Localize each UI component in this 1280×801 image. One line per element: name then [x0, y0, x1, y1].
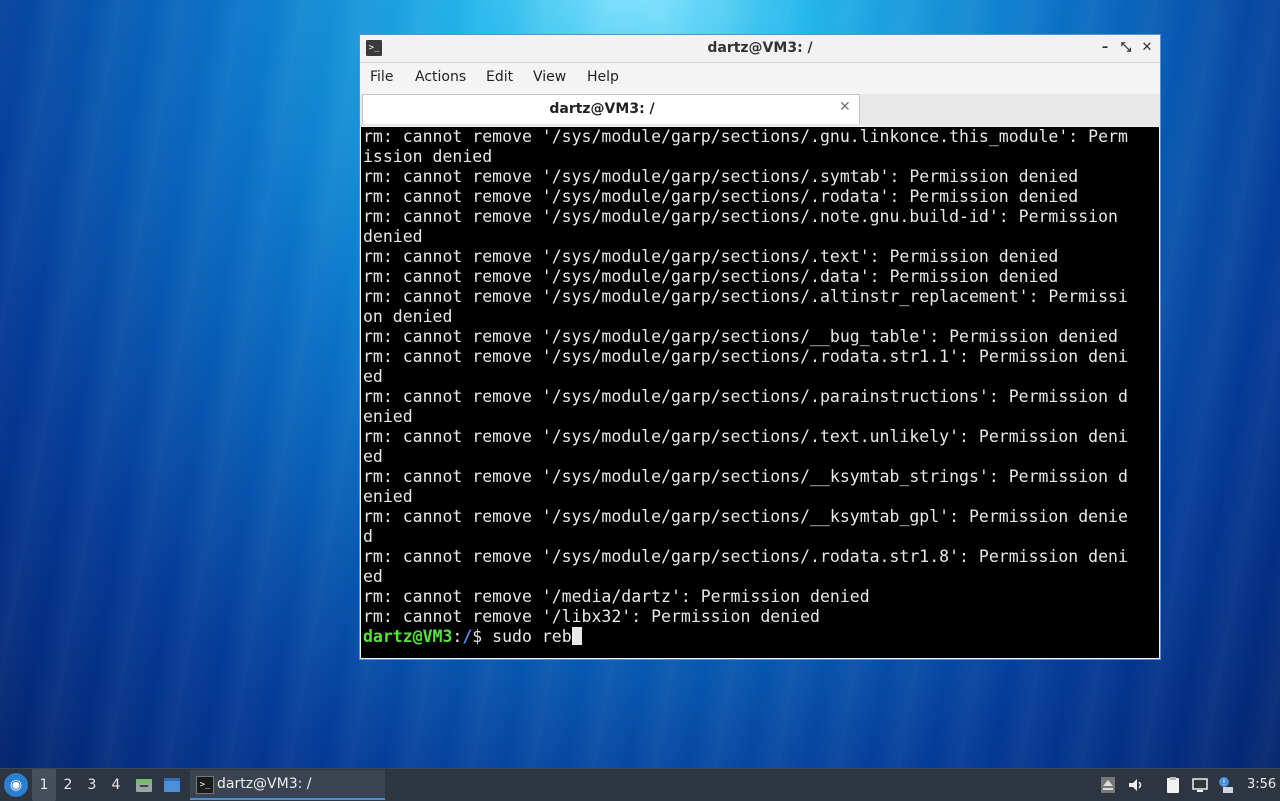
terminal-line: rm: cannot remove '/sys/module/garp/sect… [363, 547, 1128, 566]
eject-icon[interactable] [1099, 776, 1117, 794]
terminal-line: rm: cannot remove '/sys/module/garp/sect… [363, 327, 1118, 346]
prompt-line[interactable]: dartz@VM3:/$ sudo reb [363, 627, 1153, 647]
network-icon[interactable] [1191, 776, 1209, 794]
menu-file[interactable]: File [370, 69, 393, 85]
taskbar-task-terminal[interactable]: >_ dartz@VM3: / [190, 770, 385, 800]
tab-bar: dartz@VM3: / ✕ [360, 94, 1160, 126]
terminal-line: ed [363, 567, 383, 586]
terminal-text: rm: cannot remove '/sys/module/garp/sect… [363, 127, 1153, 647]
terminal-line: rm: cannot remove '/sys/module/garp/sect… [363, 387, 1128, 406]
workspace-2[interactable]: 2 [56, 769, 80, 801]
lubuntu-start-icon[interactable]: ◉ [4, 773, 28, 797]
prompt-user: dartz@VM3 [363, 627, 453, 646]
text-cursor [571, 627, 582, 645]
terminal-line: rm: cannot remove '/sys/module/garp/sect… [363, 467, 1128, 486]
maximize-button[interactable]: ⤡ [1117, 39, 1135, 57]
show-desktop-icon[interactable] [163, 776, 181, 794]
prompt-dollar: $ [472, 627, 493, 646]
terminal-line: enied [363, 487, 413, 506]
terminal-line: rm: cannot remove '/sys/module/garp/sect… [363, 287, 1128, 306]
terminal-window[interactable]: >_ dartz@VM3: / – ⤡ ✕ File Actions Edit … [359, 34, 1161, 660]
menu-view[interactable]: View [533, 69, 566, 85]
terminal-line: ission denied [363, 147, 493, 166]
workspace-4[interactable]: 4 [104, 769, 128, 801]
minimize-button[interactable]: – [1096, 39, 1114, 57]
terminal-line: rm: cannot remove '/sys/module/garp/sect… [363, 347, 1128, 366]
terminal-line: rm: cannot remove '/media/dartz': Permis… [363, 587, 870, 606]
terminal-line: rm: cannot remove '/libx32': Permission … [363, 607, 820, 626]
workspace-3[interactable]: 3 [80, 769, 104, 801]
notification-icon[interactable]: ! [1217, 776, 1235, 794]
terminal-output[interactable]: rm: cannot remove '/sys/module/garp/sect… [361, 127, 1159, 658]
terminal-line: rm: cannot remove '/sys/module/garp/sect… [363, 167, 1079, 186]
terminal-line: ed [363, 447, 383, 466]
menubar: File Actions Edit View Help [360, 63, 1160, 93]
terminal-line: rm: cannot remove '/sys/module/garp/sect… [363, 127, 1128, 146]
prompt-colon: : [452, 627, 463, 646]
terminal-line: rm: cannot remove '/sys/module/garp/sect… [363, 427, 1128, 446]
terminal-line: rm: cannot remove '/sys/module/garp/sect… [363, 207, 1118, 226]
clock: 3:56 [1247, 777, 1277, 792]
menu-actions[interactable]: Actions [415, 69, 466, 85]
task-label: dartz@VM3: / [217, 776, 312, 792]
tab-terminal[interactable]: dartz@VM3: / ✕ [362, 94, 860, 124]
terminal-line: denied [363, 227, 423, 246]
terminal-line: on denied [363, 307, 453, 326]
svg-text:!: ! [1222, 778, 1225, 787]
workspace-1[interactable]: 1 [32, 769, 56, 801]
terminal-line: ed [363, 367, 383, 386]
terminal-line: rm: cannot remove '/sys/module/garp/sect… [363, 507, 1128, 526]
tab-close-icon[interactable]: ✕ [839, 99, 851, 115]
terminal-line: d [363, 527, 373, 546]
terminal-icon: >_ [196, 776, 214, 794]
taskbar: ◉ 1 2 3 4 >_ dartz@VM3: / ! 3:56 [0, 768, 1280, 801]
menu-edit[interactable]: Edit [486, 69, 513, 85]
close-button[interactable]: ✕ [1138, 39, 1156, 57]
terminal-line: rm: cannot remove '/sys/module/garp/sect… [363, 247, 1059, 266]
menu-help[interactable]: Help [587, 69, 619, 85]
file-manager-icon[interactable] [135, 776, 153, 794]
terminal-line: enied [363, 407, 413, 426]
clipboard-icon[interactable] [1164, 776, 1182, 794]
window-titlebar[interactable]: >_ dartz@VM3: / – ⤡ ✕ [360, 35, 1160, 63]
terminal-line: rm: cannot remove '/sys/module/garp/sect… [363, 187, 1079, 206]
tab-label: dartz@VM3: / [549, 101, 655, 117]
volume-icon[interactable] [1127, 776, 1145, 794]
window-title: dartz@VM3: / [707, 40, 813, 56]
prompt-command: sudo reb [492, 627, 572, 646]
prompt-path: / [462, 627, 473, 646]
terminal-line: rm: cannot remove '/sys/module/garp/sect… [363, 267, 1059, 286]
